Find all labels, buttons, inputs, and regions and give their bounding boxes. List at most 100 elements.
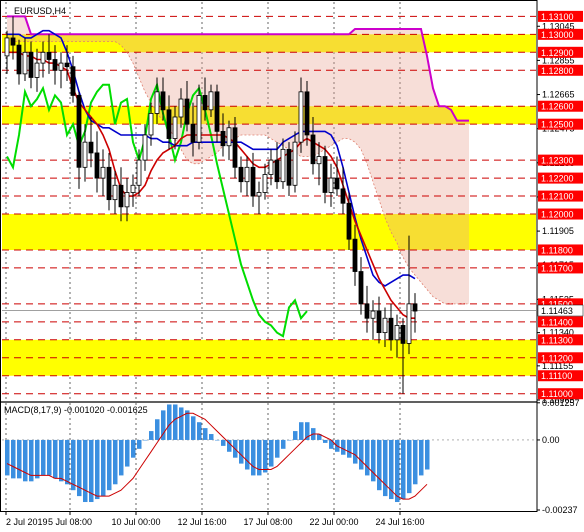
macd-bar xyxy=(47,439,52,476)
bear-candle xyxy=(166,109,172,139)
bull-candle xyxy=(394,325,400,341)
macd-bar xyxy=(155,419,160,440)
bear-candle xyxy=(322,156,328,193)
macd-bar xyxy=(59,439,64,482)
macd-bar xyxy=(413,439,418,485)
macd-bar xyxy=(407,439,412,494)
macd-bar xyxy=(203,428,208,440)
macd-bar xyxy=(347,439,352,458)
macd-bar xyxy=(419,439,424,476)
bull-candle xyxy=(34,62,40,78)
bear-candle xyxy=(106,166,112,201)
macd-bar xyxy=(293,431,298,440)
time-tick-label: 12 Jul 16:00 xyxy=(177,517,226,527)
bull-candle xyxy=(196,95,202,143)
level-label: 1.12800 xyxy=(541,66,574,76)
bear-candle xyxy=(352,238,358,272)
bull-candle xyxy=(142,134,148,161)
macd-bar xyxy=(287,439,292,441)
bull-candle xyxy=(148,113,154,136)
bear-candle xyxy=(118,184,124,208)
bull-candle xyxy=(124,192,130,208)
level-label: 1.12500 xyxy=(541,120,574,130)
bull-candle xyxy=(226,127,232,147)
bull-candle xyxy=(154,91,160,114)
macd-bar xyxy=(131,439,136,458)
bull-candle xyxy=(328,177,334,193)
macd-tick-label: 0.00 xyxy=(542,435,560,445)
macd-bar xyxy=(341,439,346,455)
macd-bar xyxy=(137,439,142,449)
macd-bar xyxy=(173,404,178,440)
bear-candle xyxy=(70,66,76,96)
bull-candle xyxy=(292,141,298,186)
bear-candle xyxy=(274,159,280,183)
bull-candle xyxy=(280,148,286,183)
bull-candle xyxy=(136,159,142,186)
macd-bar xyxy=(251,439,256,476)
bull-candle xyxy=(58,62,64,71)
macd-bar xyxy=(275,439,280,458)
bear-candle xyxy=(46,51,52,60)
macd-bar xyxy=(113,439,118,485)
macd-bar xyxy=(395,439,400,503)
bull-candle xyxy=(262,174,268,193)
macd-bar xyxy=(197,422,202,440)
bull-candle xyxy=(268,159,274,175)
bear-candle xyxy=(16,44,22,75)
bear-candle xyxy=(388,317,394,341)
bear-candle xyxy=(346,202,352,240)
macd-bar xyxy=(83,439,88,503)
time-tick-label: 10 Jul 00:00 xyxy=(111,517,160,527)
time-tick-label: 2 Jul 2019 xyxy=(6,517,48,527)
bear-candle xyxy=(202,95,208,111)
macd-bar xyxy=(377,439,382,491)
level-label: 1.12900 xyxy=(541,48,574,58)
macd-bar xyxy=(35,439,40,479)
macd-tick-label: -0.00237 xyxy=(542,505,578,515)
level-label: 1.11100 xyxy=(541,371,572,381)
bear-candle xyxy=(358,271,364,305)
bear-candle xyxy=(304,91,310,136)
macd-bar xyxy=(167,404,172,440)
bull-candle xyxy=(256,192,262,197)
level-label: 1.13100 xyxy=(541,12,574,22)
price-tick-label: 1.11905 xyxy=(542,226,574,236)
bear-candle xyxy=(10,37,16,46)
bear-candle xyxy=(94,152,100,179)
macd-bar xyxy=(245,439,250,470)
bear-candle xyxy=(184,98,190,125)
macd-bar xyxy=(215,439,220,441)
bear-candle xyxy=(334,177,340,190)
macd-bar xyxy=(323,439,328,443)
macd-bar xyxy=(101,439,106,497)
bear-candle xyxy=(88,141,94,154)
macd-bar xyxy=(299,422,304,440)
macd-bar xyxy=(257,439,262,476)
bear-candle xyxy=(232,127,238,168)
bear-candle xyxy=(412,303,418,312)
bear-candle xyxy=(214,91,220,132)
time-tick-label: 17 Jul 08:00 xyxy=(243,517,292,527)
time-tick-label: 5 Jul 08:00 xyxy=(48,517,92,527)
bull-candle xyxy=(82,141,88,168)
macd-bar xyxy=(23,439,28,482)
macd-bar xyxy=(71,439,76,491)
macd-bar xyxy=(365,439,370,476)
bear-candle xyxy=(364,303,370,319)
bull-candle xyxy=(178,98,184,118)
macd-bar xyxy=(125,439,130,467)
bull-candle xyxy=(130,184,136,193)
level-label: 1.11800 xyxy=(541,245,573,255)
bear-candle xyxy=(160,91,166,111)
macd-bar xyxy=(239,439,244,464)
symbol-label: EURUSD,H4 xyxy=(14,6,66,16)
bull-candle xyxy=(22,51,28,75)
macd-bar xyxy=(53,439,58,479)
macd-bar xyxy=(353,439,358,464)
macd-bar xyxy=(41,439,46,476)
price-tick-label: 1.12665 xyxy=(542,90,575,100)
price-chart[interactable]: 1.130451.128551.126651.124751.122851.120… xyxy=(0,0,584,532)
bear-candle xyxy=(76,95,82,168)
level-label: 1.12300 xyxy=(541,156,574,166)
